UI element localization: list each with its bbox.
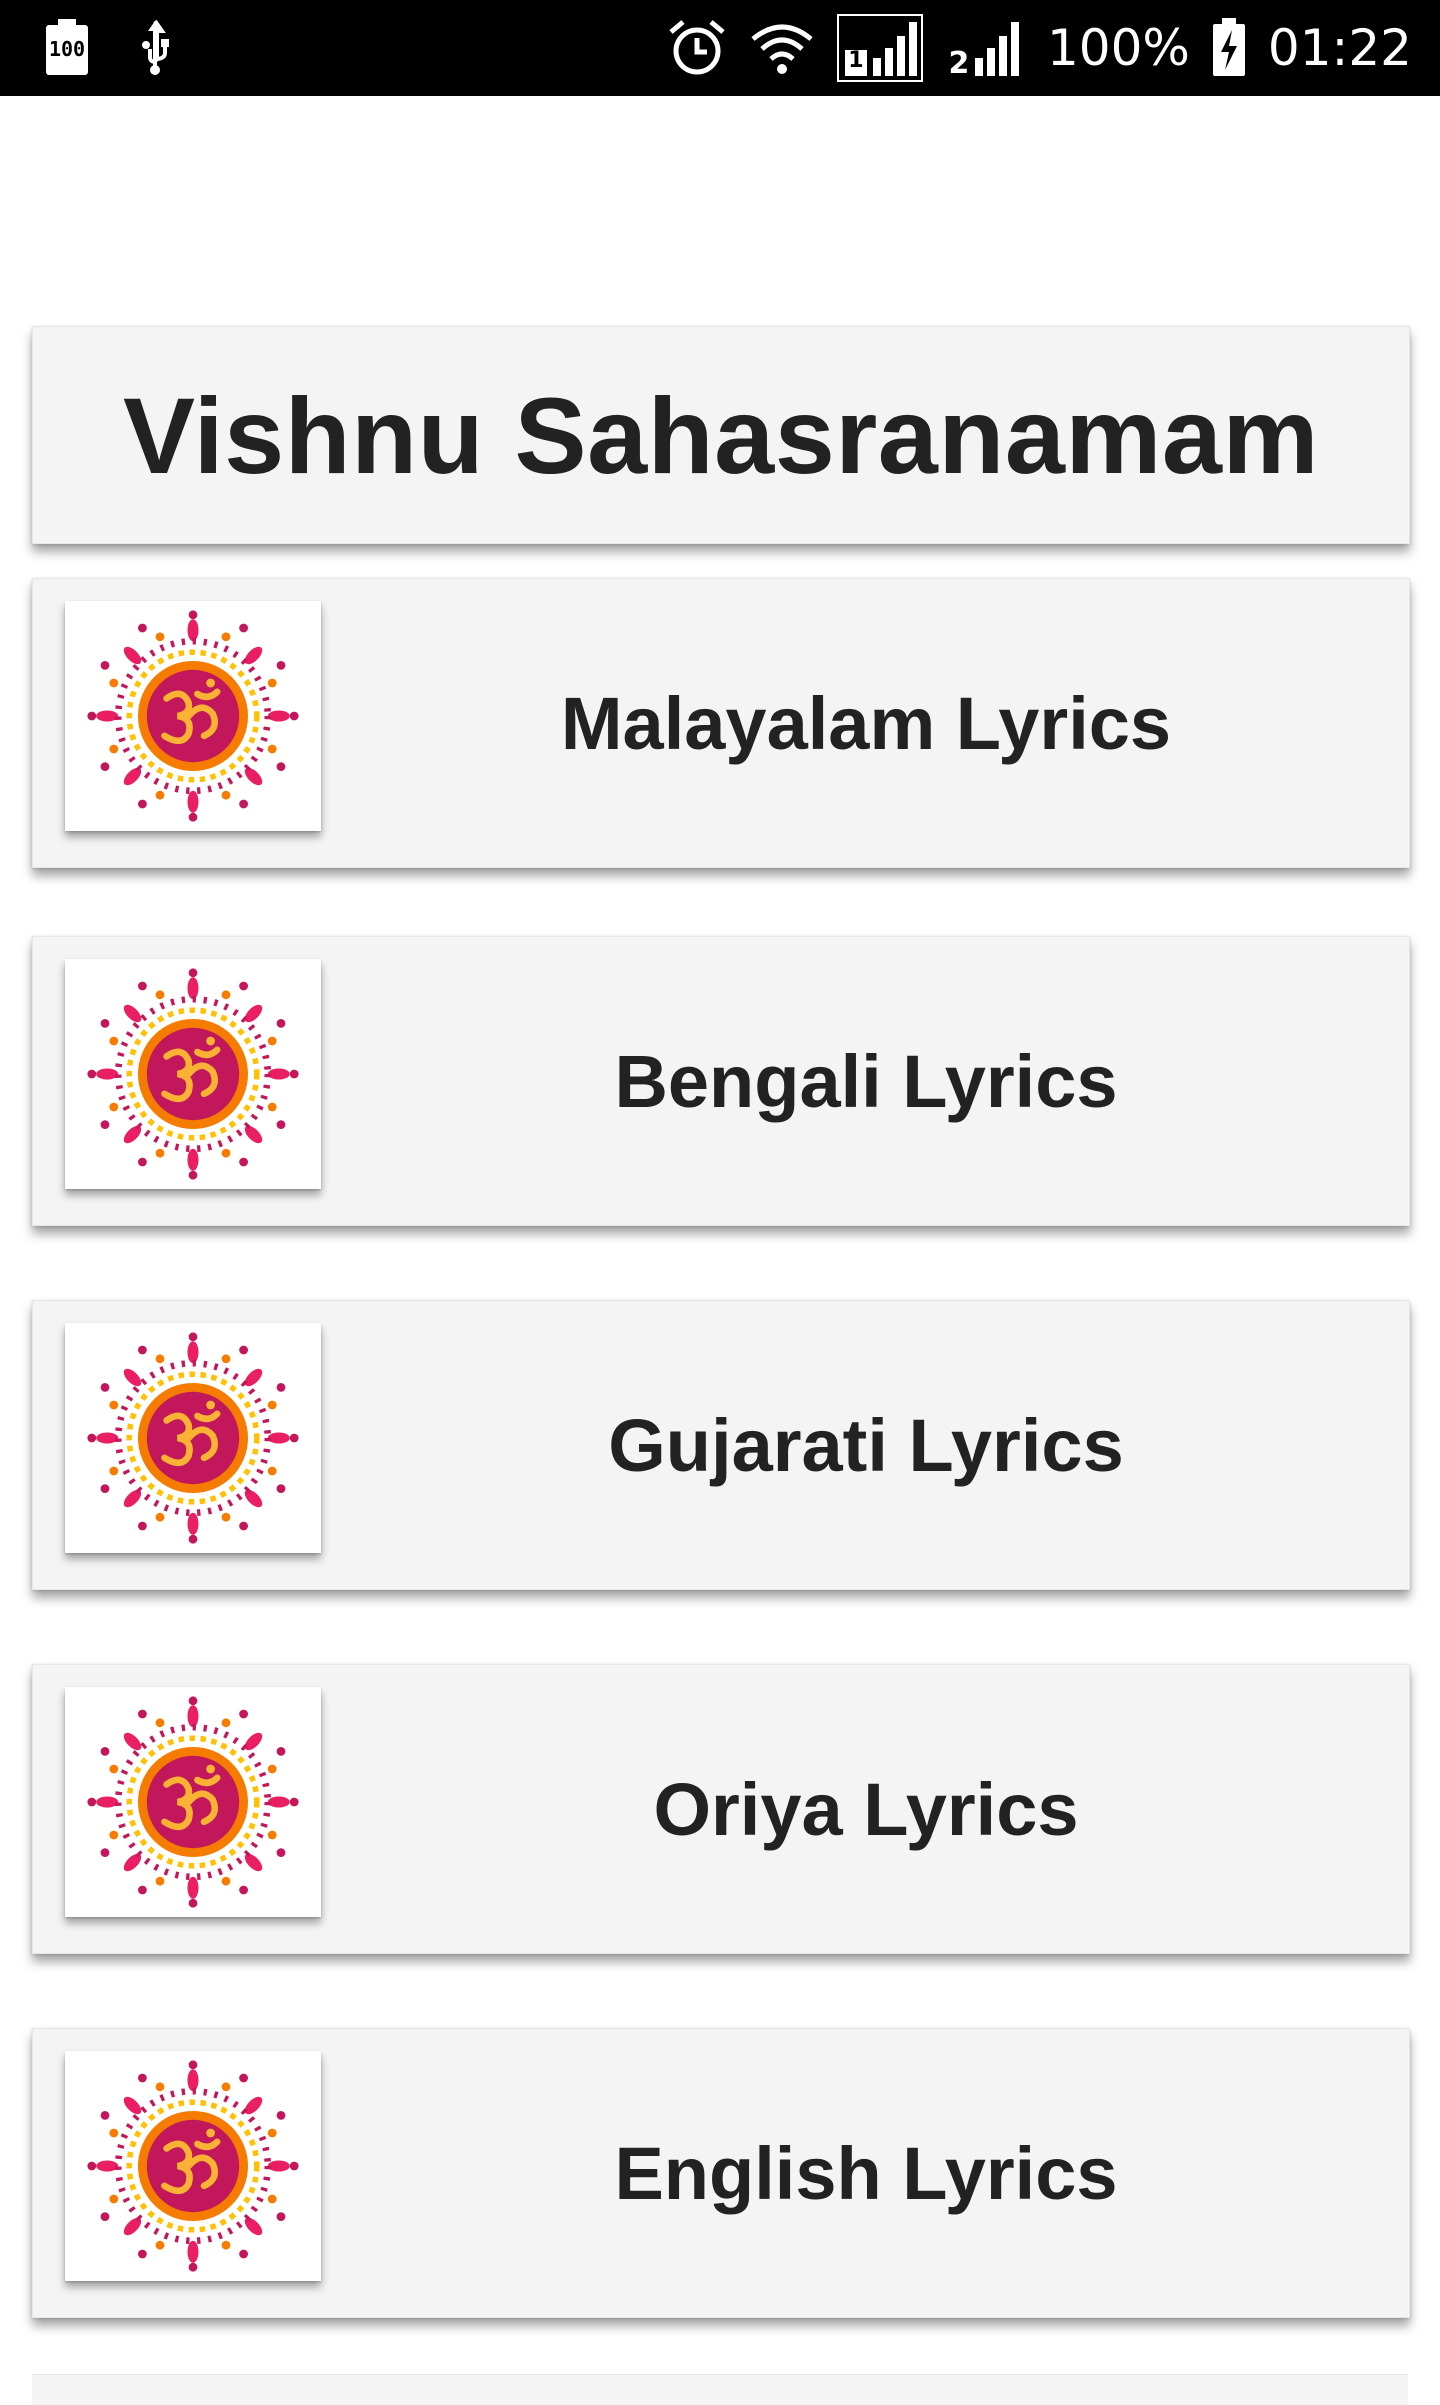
status-bar-left: 100 <box>44 0 172 96</box>
clock: 01:22 <box>1267 19 1412 77</box>
om-mandala-icon <box>65 959 321 1189</box>
usb-icon <box>138 19 172 77</box>
page-title: Vishnu Sahasranamam <box>122 374 1320 496</box>
list-item-oriya[interactable]: Oriya Lyrics <box>32 1664 1410 1954</box>
list-item-partial[interactable] <box>32 2374 1408 2405</box>
sim2-signal-icon: 2 <box>945 14 1025 82</box>
list-item-label: Malayalam Lyrics <box>560 681 1172 765</box>
alarm-icon <box>667 18 727 78</box>
list-item-label: Bengali Lyrics <box>614 1039 1118 1123</box>
list-item-bengali[interactable]: Bengali Lyrics <box>32 936 1410 1226</box>
wifi-icon <box>749 21 815 75</box>
sim1-label: 1 <box>848 48 864 73</box>
battery-saver-label: 100 <box>48 37 86 61</box>
status-bar-right: 1 2 100% 01:22 <box>667 0 1412 96</box>
om-mandala-icon <box>65 1687 321 1917</box>
list-item-label: English Lyrics <box>614 2131 1118 2215</box>
battery-100-notification-icon: 100 <box>44 19 90 77</box>
title-card: Vishnu Sahasranamam <box>32 326 1410 544</box>
sim1-signal-icon: 1 <box>836 14 923 82</box>
om-mandala-icon <box>65 2051 321 2281</box>
list-item-label: Oriya Lyrics <box>653 1767 1079 1851</box>
list-item-malayalam[interactable]: Malayalam Lyrics <box>32 578 1410 868</box>
battery-charging-icon <box>1212 18 1246 78</box>
status-bar: 100 1 2 100% 01:22 <box>0 0 1440 96</box>
om-mandala-icon <box>65 1323 321 1553</box>
om-mandala-icon <box>65 601 321 831</box>
list-item-gujarati[interactable]: Gujarati Lyrics <box>32 1300 1410 1590</box>
list-item-english[interactable]: English Lyrics <box>32 2028 1410 2318</box>
list-item-label: Gujarati Lyrics <box>608 1403 1124 1487</box>
battery-percent: 100% <box>1046 19 1190 77</box>
sim2-label: 2 <box>948 46 970 81</box>
